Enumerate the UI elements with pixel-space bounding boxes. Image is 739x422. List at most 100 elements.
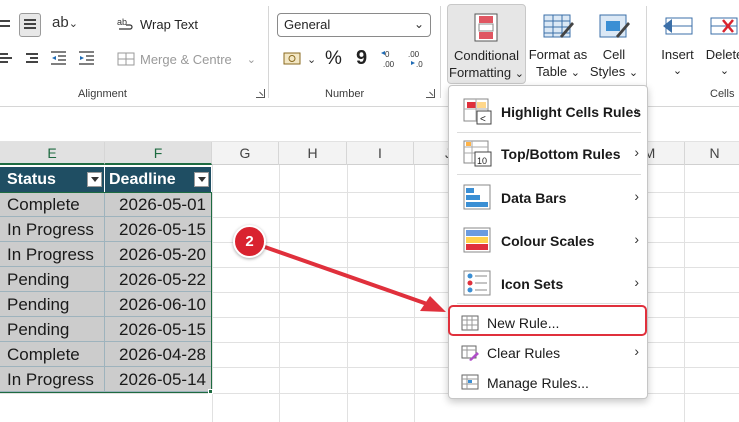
decrease-indent-icon: [51, 51, 66, 65]
conditional-formatting-icon: [474, 13, 497, 42]
chevron-down-icon[interactable]: ⌄: [247, 53, 256, 66]
alignment-group-label: Alignment: [78, 88, 127, 100]
menu-item-highlight-cells-rules[interactable]: < Highlight Cells Rules ›: [449, 96, 649, 128]
chevron-right-icon: ›: [634, 343, 639, 359]
menu-item-clear-rules[interactable]: Clear Rules ›: [449, 340, 649, 366]
chevron-down-icon: ⌄: [628, 67, 639, 79]
cell-styles-button[interactable]: Cell Styles ⌄: [589, 4, 639, 84]
menu-item-top-bottom-rules[interactable]: 10 Top/Bottom Rules ›: [449, 138, 649, 170]
comma-style-button[interactable]: 9: [356, 47, 367, 70]
menu-separator: [457, 174, 641, 175]
group-divider: [646, 6, 647, 98]
menu-item-label: Top/Bottom Rules: [501, 146, 621, 162]
column-header-h[interactable]: H: [279, 142, 347, 165]
conditional-formatting-menu: < Highlight Cells Rules › 10 Top/Bottom …: [448, 85, 648, 399]
increase-indent-button[interactable]: [78, 50, 96, 66]
wrap-text-button[interactable]: ab Wrap Text: [117, 16, 198, 32]
decrease-decimal-button[interactable]: .00.0: [406, 49, 428, 69]
grid-line: [684, 165, 685, 422]
chevron-down-icon: ⌄: [570, 67, 580, 79]
colour-scales-icon: [463, 227, 491, 253]
menu-item-label: Colour Scales: [501, 233, 595, 249]
menu-item-label: Manage Rules...: [487, 375, 589, 391]
chevron-right-icon: ›: [634, 274, 639, 290]
selection-range-border: [0, 192, 212, 393]
accounting-format-button[interactable]: ⌄: [283, 50, 319, 68]
percent-style-button[interactable]: %: [325, 48, 342, 70]
menu-item-manage-rules[interactable]: Manage Rules...: [449, 370, 649, 396]
number-format-select[interactable]: General ⌄: [277, 13, 431, 37]
increase-indent-icon: [79, 51, 94, 65]
delete-button[interactable]: Delete ⌄: [702, 4, 739, 84]
column-header-n[interactable]: N: [685, 142, 739, 165]
cell-styles-icon: [599, 14, 630, 38]
column-header-i[interactable]: I: [347, 142, 414, 165]
insert-button[interactable]: Insert ⌄: [655, 4, 700, 84]
grid-line: [212, 165, 213, 422]
menu-item-icon-sets[interactable]: Icon Sets ›: [449, 268, 649, 300]
grid-line: [414, 165, 415, 422]
column-header-g[interactable]: G: [212, 142, 279, 165]
number-format-value: General: [284, 17, 331, 32]
chevron-down-icon: ⌄: [719, 65, 730, 77]
cell-styles-label-2: Styles: [589, 64, 626, 79]
align-left-button[interactable]: [0, 52, 14, 66]
menu-item-colour-scales[interactable]: Colour Scales ›: [449, 225, 649, 257]
svg-text:<: <: [480, 114, 486, 125]
group-divider: [268, 6, 269, 98]
data-bars-icon: [463, 184, 491, 210]
accounting-icon: ⌄: [283, 52, 316, 66]
orientation-button[interactable]: ab⌄: [52, 14, 84, 34]
step-number-badge: 2: [233, 225, 266, 258]
delete-cells-icon: [710, 17, 737, 35]
svg-text:.00: .00: [408, 50, 420, 59]
format-as-table-button[interactable]: Format as Table ⌄: [527, 4, 589, 84]
menu-separator: [457, 132, 641, 133]
align-middle-icon: [22, 16, 38, 32]
icon-sets-icon: [463, 270, 491, 296]
menu-item-label: Clear Rules: [487, 345, 561, 361]
menu-separator: [457, 303, 641, 304]
align-top-button[interactable]: [0, 18, 14, 32]
delete-label: Delete: [705, 47, 739, 62]
chevron-right-icon: ›: [634, 144, 639, 160]
group-divider: [440, 6, 441, 98]
menu-item-label: Icon Sets: [501, 276, 564, 292]
chevron-down-icon: ⌄: [413, 17, 424, 31]
orientation-icon: ab: [52, 14, 69, 31]
chevron-right-icon: ›: [634, 102, 639, 118]
decrease-decimal-icon: .00.0: [408, 50, 423, 69]
number-dialog-launcher[interactable]: [426, 89, 435, 98]
status-filter-button[interactable]: [87, 172, 102, 187]
increase-decimal-button[interactable]: 0.00: [380, 49, 402, 69]
svg-text:0: 0: [385, 50, 390, 59]
alignment-dialog-launcher[interactable]: [256, 89, 265, 98]
format-as-table-label-1: Format as: [528, 47, 588, 62]
number-group-label: Number: [325, 88, 365, 100]
cells-group-label: Cells: [710, 88, 735, 100]
format-as-table-icon: [543, 14, 574, 38]
conditional-formatting-label-1: Conditional: [453, 48, 520, 63]
grid-line: [279, 165, 280, 422]
conditional-formatting-button[interactable]: Conditional Formatting ⌄: [447, 4, 526, 84]
insert-cells-icon: [662, 17, 692, 35]
chevron-right-icon: ›: [634, 231, 639, 247]
decrease-indent-button[interactable]: [50, 50, 68, 66]
svg-text:.0: .0: [416, 60, 423, 69]
menu-item-label: Highlight Cells Rules: [501, 104, 642, 120]
column-header-f[interactable]: F: [105, 142, 212, 165]
deadline-filter-button[interactable]: [194, 172, 209, 187]
cell-styles-label-1: Cell: [602, 47, 626, 62]
fill-handle[interactable]: [208, 389, 213, 394]
deadline-header[interactable]: Deadline: [109, 167, 176, 192]
align-right-button[interactable]: [22, 52, 38, 66]
column-header-e[interactable]: E: [0, 142, 105, 165]
merge-centre-button[interactable]: Merge & Centre ⌄: [117, 51, 256, 67]
status-header[interactable]: Status: [7, 167, 56, 192]
clear-rules-icon: [461, 345, 479, 361]
top-bottom-icon: 10: [463, 140, 492, 167]
menu-item-data-bars[interactable]: Data Bars ›: [449, 182, 649, 214]
manage-rules-icon: [461, 374, 479, 390]
svg-text:⌄: ⌄: [307, 54, 316, 66]
grid-line: [347, 165, 348, 422]
